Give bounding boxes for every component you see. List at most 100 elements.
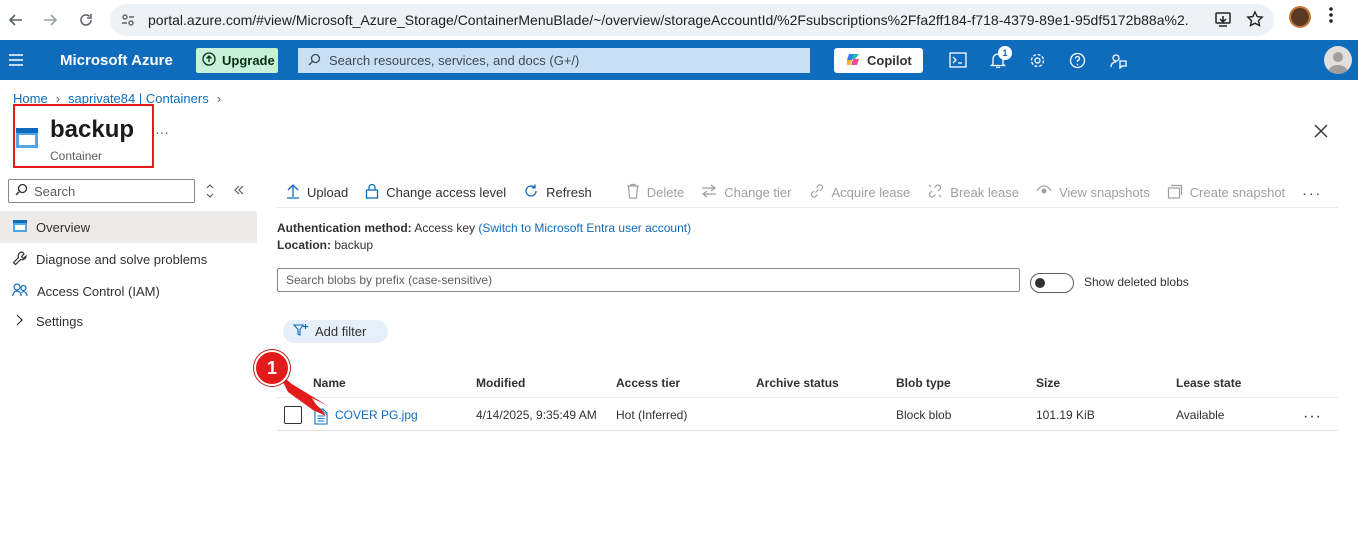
global-search-placeholder: Search resources, services, and docs (G+… (329, 53, 580, 68)
broken-link-icon (927, 183, 943, 202)
refresh-button[interactable]: Refresh (523, 183, 592, 202)
wrench-icon (12, 250, 28, 269)
account-email: iniobongema@protonm... (1173, 86, 1320, 101)
blob-modified: 4/14/2025, 9:35:49 AM (476, 408, 597, 422)
upgrade-arrow-icon (202, 52, 216, 69)
blob-search-placeholder: Search blobs by prefix (case-sensitive) (286, 273, 493, 287)
page-title: backup (50, 116, 135, 143)
delete-label: Delete (646, 185, 685, 200)
step-number-badge: 1 (254, 350, 290, 386)
reload-icon[interactable] (72, 6, 100, 34)
sidebar-item-diagnose[interactable]: Diagnose and solve problems (0, 243, 257, 275)
close-icon[interactable] (1313, 123, 1329, 142)
account-directory: DEFAULT DIRECTORY (1224, 102, 1320, 112)
change-access-level-button[interactable]: Change access level (365, 183, 506, 202)
location-value: backup (334, 238, 374, 252)
column-archive-status[interactable]: Archive status (756, 376, 839, 390)
sidebar-item-settings[interactable]: Settings (0, 305, 257, 337)
upgrade-button[interactable]: Upgrade (196, 48, 278, 73)
menu-search-placeholder: Search (34, 183, 76, 199)
location-label: Location: (277, 238, 331, 252)
install-app-icon[interactable] (1214, 10, 1232, 31)
change-tier-button[interactable]: Change tier (701, 184, 792, 201)
browser-toolbar: portal.azure.com/#view/Microsoft_Azure_S… (0, 0, 1358, 40)
more-commands-icon[interactable]: ··· (1302, 185, 1322, 201)
acquire-lease-button[interactable]: Acquire lease (809, 183, 911, 202)
blob-access-tier: Hot (Inferred) (616, 408, 688, 422)
people-icon (12, 282, 29, 301)
menu-controls (205, 184, 245, 201)
user-avatar-icon[interactable] (1324, 46, 1352, 74)
file-icon (314, 408, 328, 428)
column-size[interactable]: Size (1036, 376, 1060, 390)
link-icon (809, 183, 825, 202)
column-name[interactable]: Name (313, 376, 346, 390)
browser-menu-icon[interactable] (1328, 6, 1334, 27)
table-row[interactable]: COVER PG.jpg 4/14/2025, 9:35:49 AM Hot (… (277, 399, 1338, 431)
menu-search-input[interactable]: Search (8, 179, 195, 203)
add-filter-label: Add filter (315, 324, 367, 339)
address-bar[interactable]: portal.azure.com/#view/Microsoft_Azure_S… (110, 4, 1274, 36)
location-line: Location: backup (277, 238, 373, 252)
row-more-options-icon[interactable]: ··· (1303, 408, 1322, 426)
snapshot-icon (1167, 184, 1183, 202)
brand-title[interactable]: Microsoft Azure (60, 52, 173, 69)
view-snapshots-button[interactable]: View snapshots (1036, 185, 1150, 200)
row-checkbox[interactable] (284, 406, 302, 424)
overview-icon (12, 219, 28, 236)
swap-arrows-icon (701, 184, 717, 201)
change-tier-label: Change tier (724, 185, 792, 200)
blob-name-link[interactable]: COVER PG.jpg (335, 408, 418, 422)
create-snapshot-button[interactable]: Create snapshot (1167, 184, 1285, 202)
hamburger-menu-icon[interactable] (8, 52, 24, 71)
copilot-label: Copilot (867, 53, 912, 68)
show-deleted-toggle[interactable] (1030, 273, 1074, 293)
switch-auth-link[interactable]: (Switch to Microsoft Entra user account) (478, 221, 691, 235)
blob-search-input[interactable]: Search blobs by prefix (case-sensitive) (277, 268, 1020, 292)
blob-lease-state: Available (1176, 408, 1225, 422)
sidebar-item-iam[interactable]: Access Control (IAM) (0, 275, 257, 307)
blob-size: 101.19 KiB (1036, 408, 1095, 422)
auth-label: Authentication method: (277, 221, 412, 235)
sidebar-item-label: Settings (36, 313, 83, 329)
add-filter-icon (292, 323, 309, 340)
column-modified[interactable]: Modified (476, 376, 525, 390)
command-bar: Upload Change access level Refresh Delet… (277, 178, 1338, 208)
lock-icon (365, 183, 379, 202)
trash-icon (626, 183, 640, 202)
authentication-method: Authentication method: Access key (Switc… (277, 221, 691, 235)
profile-avatar-icon[interactable] (1289, 6, 1311, 28)
delete-button[interactable]: Delete (626, 183, 685, 202)
upload-button[interactable]: Upload (286, 183, 348, 202)
feedback-icon[interactable] (1109, 52, 1127, 72)
copilot-button[interactable]: Copilot (834, 48, 923, 73)
back-icon[interactable] (2, 6, 30, 34)
table-header: Name Modified Access tier Archive status… (277, 370, 1338, 398)
column-blob-type[interactable]: Blob type (896, 376, 951, 390)
add-filter-button[interactable]: Add filter (283, 320, 388, 343)
blob-type: Block blob (896, 408, 952, 422)
eye-icon (1036, 185, 1052, 200)
chevron-right-icon (12, 313, 28, 330)
more-options-icon[interactable]: ··· (155, 124, 169, 140)
cloud-shell-icon[interactable] (949, 52, 967, 71)
change-access-level-label: Change access level (386, 185, 507, 200)
settings-gear-icon[interactable] (1029, 52, 1046, 72)
break-lease-button[interactable]: Break lease (927, 183, 1019, 202)
global-search-input[interactable]: Search resources, services, and docs (G+… (298, 48, 810, 73)
column-lease-state[interactable]: Lease state (1176, 376, 1241, 390)
upload-label: Upload (307, 185, 349, 200)
expand-collapse-icon[interactable] (205, 184, 215, 201)
collapse-menu-icon[interactable] (233, 184, 245, 201)
sidebar-item-overview[interactable]: Overview (0, 211, 257, 243)
bookmark-star-icon[interactable] (1246, 10, 1264, 31)
acquire-lease-label: Acquire lease (831, 185, 911, 200)
create-snapshot-label: Create snapshot (1189, 185, 1286, 200)
url-text: portal.azure.com/#view/Microsoft_Azure_S… (148, 12, 1188, 28)
forward-icon[interactable] (36, 6, 64, 34)
notification-count-badge: 1 (998, 46, 1012, 60)
account-menu[interactable]: iniobongema@protonm... DEFAULT DIRECTORY (1140, 86, 1320, 112)
help-question-icon[interactable] (1069, 52, 1086, 72)
column-access-tier[interactable]: Access tier (616, 376, 680, 390)
site-info-icon[interactable] (120, 12, 136, 31)
